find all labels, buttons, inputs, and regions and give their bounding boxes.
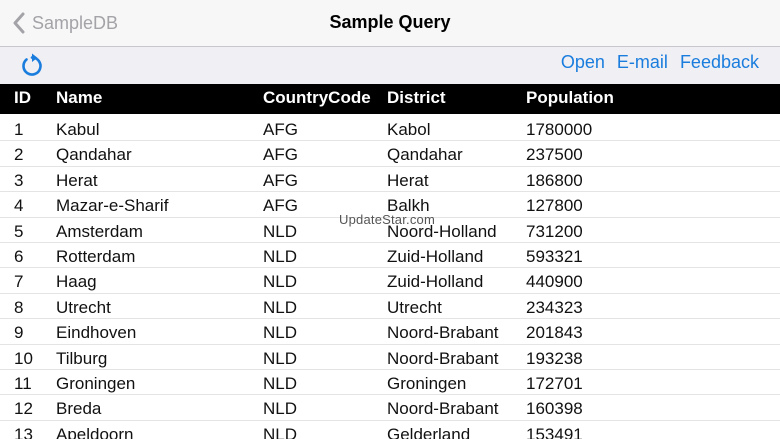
cell-district: Zuid-Holland bbox=[387, 272, 484, 292]
cell-id: 7 bbox=[14, 272, 24, 292]
cell-district: Utrecht bbox=[387, 297, 442, 317]
cell-id: 9 bbox=[14, 323, 24, 343]
cell-id: 10 bbox=[14, 348, 33, 368]
cell-id: 4 bbox=[14, 196, 24, 216]
cell-population: 237500 bbox=[526, 145, 583, 165]
cell-district: Noord-Brabant bbox=[387, 348, 499, 368]
cell-population: 201843 bbox=[526, 323, 583, 343]
cell-name: Mazar-e-Sharif bbox=[56, 196, 169, 216]
cell-id: 12 bbox=[14, 399, 33, 419]
table-body: 1 Kabul AFG Kabol 1780000 2 Qandahar AFG Qandaha… bbox=[0, 116, 780, 439]
table-header: ID Name CountryCode District Population bbox=[0, 84, 780, 114]
cell-population: 1780000 bbox=[526, 120, 593, 139]
table-row[interactable]: 7 Haag NLD Zuid-Holland 440900 bbox=[0, 268, 780, 294]
cell-name: Apeldoorn bbox=[56, 424, 134, 439]
toolbar-actions: Open E-mail Feedback bbox=[561, 52, 759, 73]
refresh-icon[interactable] bbox=[18, 52, 46, 80]
app-screen: SampleDB Sample Query Open E-mail Feedba… bbox=[0, 0, 780, 439]
cell-id: 8 bbox=[14, 297, 24, 317]
cell-district: Kabol bbox=[387, 120, 431, 139]
cell-name: Rotterdam bbox=[56, 246, 136, 266]
cell-population: 186800 bbox=[526, 170, 583, 190]
cell-district: Gelderland bbox=[387, 424, 471, 439]
cell-population: 593321 bbox=[526, 246, 583, 266]
cell-name: Haag bbox=[56, 272, 97, 292]
cell-countrycode: NLD bbox=[263, 272, 298, 292]
cell-population: 193238 bbox=[526, 348, 583, 368]
cell-population: 127800 bbox=[526, 196, 583, 216]
page-title: Sample Query bbox=[329, 12, 451, 32]
table-row[interactable]: 2 Qandahar AFG Qandahar 237500 bbox=[0, 141, 780, 167]
column-header-name[interactable]: Name bbox=[56, 88, 102, 108]
cell-district: Noord-Brabant bbox=[387, 399, 499, 419]
table-row[interactable]: 6 Rotterdam NLD Zuid-Holland 593321 bbox=[0, 243, 780, 269]
table-row[interactable]: 13 Apeldoorn NLD Gelderland 153491 bbox=[0, 421, 780, 439]
column-header-countrycode[interactable]: CountryCode bbox=[263, 88, 371, 108]
cell-name: Qandahar bbox=[56, 145, 132, 165]
toolbar: Open E-mail Feedback bbox=[0, 47, 780, 84]
cell-population: 440900 bbox=[526, 272, 583, 292]
cell-id: 2 bbox=[14, 145, 24, 165]
table-row[interactable]: 8 Utrecht NLD Utrecht 234323 bbox=[0, 294, 780, 320]
cell-countrycode: NLD bbox=[263, 323, 298, 343]
cell-population: 160398 bbox=[526, 399, 583, 419]
cell-countrycode: AFG bbox=[263, 170, 298, 190]
cell-district: Noord-Brabant bbox=[387, 323, 499, 343]
cell-countrycode: NLD bbox=[263, 348, 298, 368]
email-button[interactable]: E-mail bbox=[617, 52, 668, 73]
cell-district: Zuid-Holland bbox=[387, 246, 484, 266]
cell-countrycode: NLD bbox=[263, 424, 298, 439]
column-header-district[interactable]: District bbox=[387, 88, 446, 108]
cell-name: Kabul bbox=[56, 120, 100, 139]
cell-id: 5 bbox=[14, 221, 24, 241]
cell-district: Groningen bbox=[387, 373, 467, 393]
cell-id: 1 bbox=[14, 120, 24, 139]
cell-countrycode: NLD bbox=[263, 373, 298, 393]
cell-id: 11 bbox=[14, 373, 32, 393]
cell-population: 172701 bbox=[526, 373, 583, 393]
feedback-button[interactable]: Feedback bbox=[680, 52, 759, 73]
cell-countrycode: NLD bbox=[263, 246, 298, 266]
table-row[interactable]: 12 Breda NLD Noord-Brabant 160398 bbox=[0, 395, 780, 421]
cell-countrycode: AFG bbox=[263, 145, 298, 165]
cell-id: 6 bbox=[14, 246, 24, 266]
table-row[interactable]: 3 Herat AFG Herat 186800 bbox=[0, 167, 780, 193]
cell-name: Amsterdam bbox=[56, 221, 143, 241]
cell-name: Herat bbox=[56, 170, 98, 190]
cell-name: Groningen bbox=[56, 373, 136, 393]
cell-countrycode: AFG bbox=[263, 120, 298, 139]
cell-district: Herat bbox=[387, 170, 429, 190]
cell-countrycode: NLD bbox=[263, 297, 298, 317]
cell-name: Tilburg bbox=[56, 348, 108, 368]
cell-population: 234323 bbox=[526, 297, 583, 317]
column-header-id[interactable]: ID bbox=[14, 88, 31, 108]
watermark-text: UpdateStar.com bbox=[339, 212, 436, 227]
open-button[interactable]: Open bbox=[561, 52, 605, 73]
cell-countrycode: AFG bbox=[263, 196, 298, 216]
cell-countrycode: NLD bbox=[263, 221, 298, 241]
cell-population: 153491 bbox=[526, 424, 583, 439]
cell-population: 731200 bbox=[526, 221, 583, 241]
table-row[interactable]: 11 Groningen NLD Groningen 172701 bbox=[0, 370, 780, 396]
column-header-population[interactable]: Population bbox=[526, 88, 614, 108]
cell-countrycode: NLD bbox=[263, 399, 298, 419]
cell-id: 13 bbox=[14, 424, 33, 439]
table-row[interactable]: 10 Tilburg NLD Noord-Brabant 193238 bbox=[0, 345, 780, 370]
cell-name: Eindhoven bbox=[56, 323, 137, 343]
navigation-bar: SampleDB Sample Query bbox=[0, 0, 780, 47]
table-row[interactable]: 1 Kabul AFG Kabol 1780000 bbox=[0, 116, 780, 142]
cell-district: Qandahar bbox=[387, 145, 463, 165]
cell-name: Breda bbox=[56, 399, 102, 419]
cell-id: 3 bbox=[14, 170, 24, 190]
cell-name: Utrecht bbox=[56, 297, 111, 317]
table-row[interactable]: 9 Eindhoven NLD Noord-Brabant 201843 bbox=[0, 319, 780, 345]
